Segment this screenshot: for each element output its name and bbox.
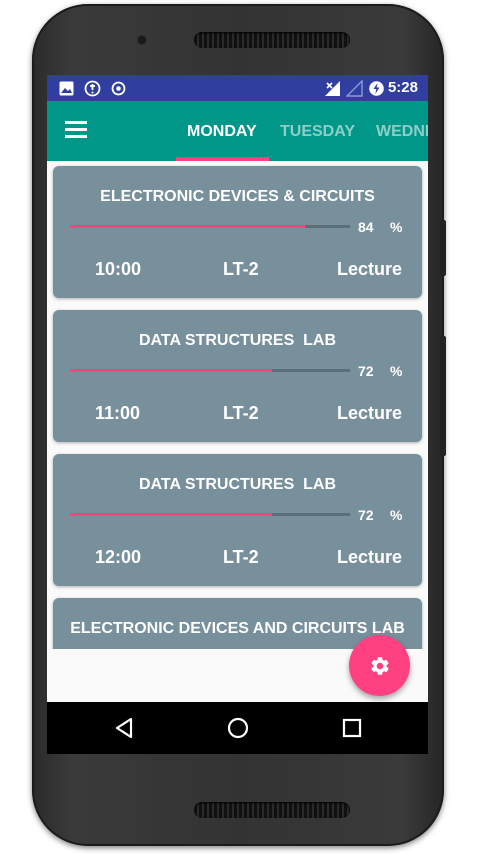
attendance-percent: 84 bbox=[358, 219, 374, 235]
status-bar: 5:28 bbox=[47, 75, 428, 101]
image-icon bbox=[57, 79, 75, 97]
settings-button[interactable] bbox=[349, 635, 410, 696]
alert-circle-icon bbox=[83, 79, 101, 97]
tab-tuesday[interactable]: TUESDAY bbox=[280, 123, 355, 141]
class-card[interactable]: DATA STRUCTURES LAB 72 % 11:00 LT-2 Lect… bbox=[53, 310, 422, 442]
class-type: Lecture bbox=[336, 259, 402, 279]
class-subject: ELECTRONIC DEVICES AND CIRCUITS LAB bbox=[70, 620, 405, 637]
front-camera bbox=[138, 36, 146, 44]
settings-icon bbox=[369, 655, 391, 677]
class-type: Lecture bbox=[336, 547, 402, 567]
recents-icon[interactable] bbox=[339, 715, 365, 741]
attendance-progress-fill bbox=[70, 513, 272, 516]
class-card[interactable]: ELECTRONIC DEVICES & CIRCUITS 84 % 10:00… bbox=[53, 166, 422, 298]
attendance-percent: 72 bbox=[358, 363, 374, 379]
attendance-percent: 72 bbox=[358, 507, 374, 523]
class-time: 12:00 bbox=[95, 547, 142, 567]
class-time: 11:00 bbox=[95, 403, 141, 423]
app-bar: MONDAY TUESDAY WEDNE bbox=[47, 101, 428, 161]
menu-icon[interactable] bbox=[65, 121, 87, 139]
attendance-progress-bar bbox=[70, 369, 350, 372]
signal-empty-icon bbox=[345, 79, 363, 97]
back-icon[interactable] bbox=[111, 715, 137, 741]
attendance-progress-fill bbox=[70, 225, 306, 228]
attendance-progress-fill bbox=[70, 369, 272, 372]
class-room: LT-2 bbox=[223, 403, 259, 423]
status-time: 5:28 bbox=[387, 79, 418, 96]
class-type: Lecture bbox=[336, 403, 402, 423]
battery-charging-icon bbox=[367, 79, 385, 97]
nav-bar bbox=[47, 702, 428, 754]
class-list[interactable]: ELECTRONIC DEVICES & CIRCUITS 84 % 10:00… bbox=[47, 161, 428, 649]
class-room: LT-2 bbox=[223, 259, 259, 279]
attendance-progress-bar bbox=[70, 513, 350, 516]
percent-sign: % bbox=[390, 219, 403, 235]
percent-sign: % bbox=[390, 363, 403, 379]
bottom-speaker bbox=[194, 802, 350, 818]
tab-wednesday[interactable]: WEDNE bbox=[376, 123, 428, 141]
top-speaker bbox=[194, 32, 350, 48]
class-card[interactable]: DATA STRUCTURES LAB 72 % 12:00 LT-2 Lect… bbox=[53, 454, 422, 586]
class-subject: DATA STRUCTURES LAB bbox=[138, 476, 337, 493]
tab-monday[interactable]: MONDAY bbox=[187, 123, 257, 141]
signal-x-icon bbox=[323, 79, 341, 97]
volume-button bbox=[440, 336, 446, 456]
power-button bbox=[440, 220, 446, 276]
screen: 5:28 MONDAY TUESDAY WEDNE ELECTRONIC DEV… bbox=[47, 75, 428, 754]
record-icon bbox=[109, 79, 127, 97]
class-subject: DATA STRUCTURES LAB bbox=[138, 332, 337, 349]
attendance-progress-bar bbox=[70, 225, 350, 228]
class-subject: ELECTRONIC DEVICES & CIRCUITS bbox=[100, 188, 375, 205]
home-icon[interactable] bbox=[225, 715, 251, 741]
percent-sign: % bbox=[390, 507, 403, 523]
class-time: 10:00 bbox=[95, 259, 142, 279]
class-room: LT-2 bbox=[223, 547, 259, 567]
